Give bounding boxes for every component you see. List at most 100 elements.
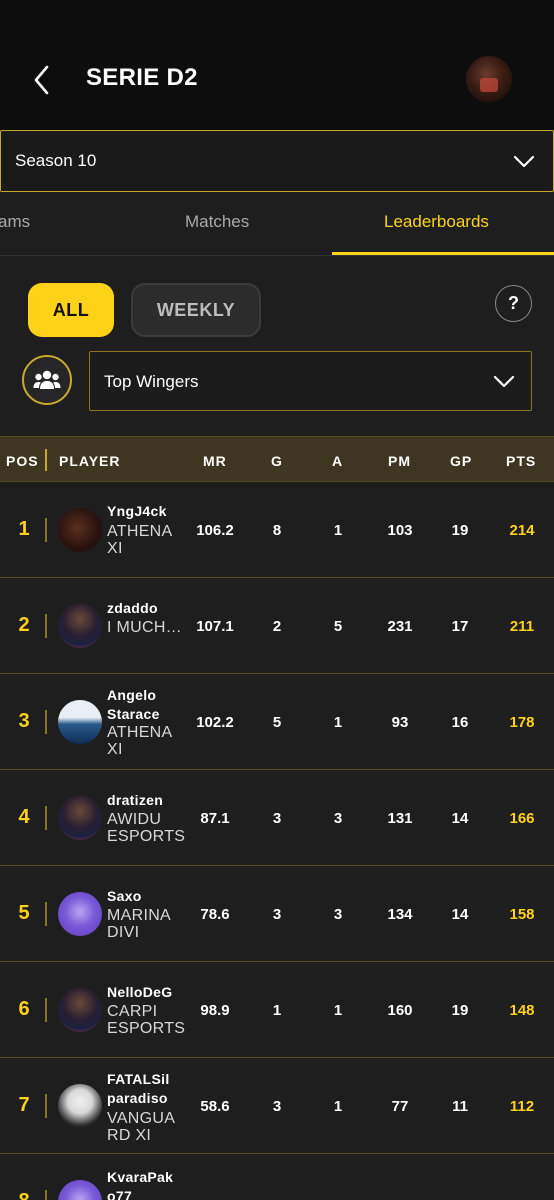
cell-pts: 214 [509, 522, 535, 539]
player-avatar [58, 796, 102, 840]
cell-pm: 131 [387, 810, 413, 827]
tab-matches[interactable]: Matches [185, 212, 249, 232]
col-pos[interactable]: POS [6, 453, 39, 469]
page-title: SERIE D2 [86, 64, 198, 91]
cell-pts: 178 [509, 714, 535, 731]
divider [45, 902, 47, 926]
col-pm[interactable]: PM [388, 453, 411, 469]
table-row[interactable]: 6 NelloDeG CARPI ESPORTS 98.9 1 1 160 19… [0, 962, 554, 1058]
cell-pm: 231 [387, 618, 413, 635]
cell-g: 3 [272, 810, 282, 827]
people-icon [33, 370, 61, 389]
cell-gp: 17 [451, 618, 469, 635]
player-name: dratizen [107, 792, 164, 808]
col-player[interactable]: PLAYER [59, 453, 121, 469]
player-avatar [58, 988, 102, 1032]
filter-weekly-button[interactable]: WEEKLY [131, 283, 261, 337]
cell-g: 1 [272, 1002, 282, 1019]
cell-gp: 14 [451, 906, 469, 923]
player-club: AWIDU ESPORTS [107, 811, 186, 845]
col-mr[interactable]: MR [203, 453, 227, 469]
player-name: zdaddo [107, 600, 158, 616]
col-pts[interactable]: PTS [506, 453, 536, 469]
col-a[interactable]: A [332, 453, 343, 469]
row-position: 3 [18, 710, 30, 732]
cell-pts: 158 [509, 906, 535, 923]
table-row[interactable]: 8 KvaraPak o77 [0, 1154, 554, 1200]
player-avatar [58, 1180, 102, 1200]
active-tab-indicator [332, 252, 554, 255]
cell-pm: 160 [387, 1002, 413, 1019]
cell-pts: 166 [509, 810, 535, 827]
player-name: Saxo [107, 888, 142, 904]
cell-g: 8 [272, 522, 282, 539]
col-g[interactable]: G [271, 453, 283, 469]
user-avatar[interactable] [466, 56, 512, 102]
table-row[interactable]: 4 dratizen AWIDU ESPORTS 87.1 3 3 131 14… [0, 770, 554, 866]
cell-pts: 148 [509, 1002, 535, 1019]
tab-bar: ams Matches Leaderboards [0, 192, 554, 256]
chevron-down-icon [493, 375, 515, 388]
table-row[interactable]: 7 FATALSil paradiso VANGUA RD XI 58.6 3 … [0, 1058, 554, 1154]
player-avatar [58, 892, 102, 936]
cell-mr: 98.9 [200, 1002, 230, 1019]
player-name: FATALSil paradiso [107, 1071, 170, 1106]
season-select-value: Season 10 [15, 151, 97, 170]
player-avatar [58, 508, 102, 552]
row-position: 1 [18, 518, 30, 540]
table-row[interactable]: 1 YngJ4ck ATHENA XI 106.2 8 1 103 19 214 [0, 482, 554, 578]
col-gp[interactable]: GP [450, 453, 472, 469]
player-club: ATHENA XI [107, 724, 172, 758]
cell-a: 1 [333, 1002, 343, 1019]
cell-pm: 93 [391, 714, 409, 731]
player-club: MARINA DIVI [107, 907, 171, 941]
leaderboard-header: POS PLAYER MR G A PM GP PTS [0, 436, 554, 482]
cell-mr: 78.6 [200, 906, 230, 923]
cell-gp: 19 [451, 522, 469, 539]
back-button[interactable] [28, 62, 56, 98]
cell-a: 3 [333, 810, 343, 827]
filter-all-button[interactable]: ALL [28, 283, 114, 337]
tab-leaderboards[interactable]: Leaderboards [384, 212, 489, 232]
player-club: VANGUA RD XI [107, 1110, 175, 1144]
tab-teams[interactable]: ams [0, 212, 30, 232]
player-name: Angelo Starace [107, 687, 160, 722]
cell-pm: 103 [387, 522, 413, 539]
divider [45, 710, 47, 734]
help-button[interactable]: ? [495, 285, 532, 322]
cell-mr: 107.1 [196, 618, 234, 635]
table-row[interactable]: 3 Angelo Starace ATHENA XI 102.2 5 1 93 … [0, 674, 554, 770]
table-row[interactable]: 2 zdaddo I MUCH… 107.1 2 5 231 17 211 [0, 578, 554, 674]
player-avatar [58, 1084, 102, 1128]
divider [45, 1190, 47, 1200]
player-avatar [58, 700, 102, 744]
cell-mr: 106.2 [196, 522, 234, 539]
cell-g: 5 [272, 714, 282, 731]
cell-a: 5 [333, 618, 343, 635]
cell-mr: 58.6 [200, 1098, 230, 1115]
player-club: I MUCH… [107, 619, 182, 636]
player-club: CARPI ESPORTS [107, 1003, 186, 1037]
group-icon[interactable] [22, 355, 72, 405]
category-select-value: Top Wingers [104, 372, 199, 391]
cell-mr: 87.1 [200, 810, 230, 827]
player-name: KvaraPak o77 [107, 1169, 174, 1200]
divider [45, 998, 47, 1022]
player-name: YngJ4ck [107, 503, 167, 519]
player-name: NelloDeG [107, 984, 173, 1000]
cell-gp: 19 [451, 1002, 469, 1019]
chevron-down-icon [513, 155, 535, 168]
cell-gp: 14 [451, 810, 469, 827]
cell-g: 3 [272, 906, 282, 923]
cell-a: 3 [333, 906, 343, 923]
cell-g: 3 [272, 1098, 282, 1115]
row-position: 5 [18, 902, 30, 924]
table-row[interactable]: 5 Saxo MARINA DIVI 78.6 3 3 134 14 158 [0, 866, 554, 962]
row-position: 8 [14, 1190, 34, 1200]
divider [45, 518, 47, 542]
row-position: 4 [18, 806, 30, 828]
category-select[interactable]: Top Wingers [89, 351, 532, 411]
cell-a: 1 [333, 522, 343, 539]
season-select[interactable]: Season 10 [0, 130, 554, 192]
cell-pts: 112 [509, 1098, 535, 1115]
